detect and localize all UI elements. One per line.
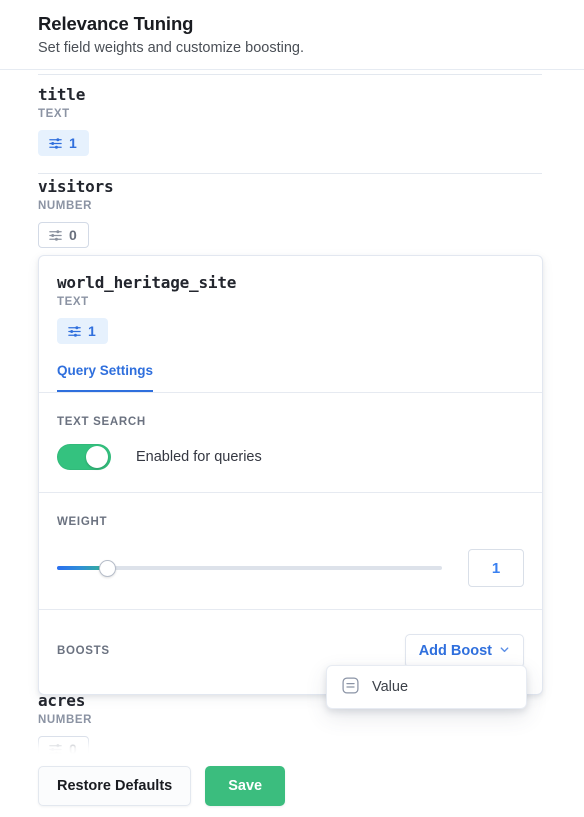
dropdown-item-label: Value	[372, 679, 408, 695]
text-search-label: TEXT SEARCH	[57, 415, 524, 430]
boosts-label: BOOSTS	[57, 644, 110, 659]
field-weight-value-title: 1	[69, 135, 77, 151]
weight-value-input[interactable]: 1	[468, 549, 524, 587]
field-row-visitors[interactable]: visitors NUMBER 0	[38, 176, 542, 266]
text-search-toggle[interactable]	[57, 444, 111, 470]
top-divider	[38, 74, 542, 75]
expanded-field-card: world_heritage_site TEXT 1 Query Setting…	[38, 255, 543, 695]
chevron-down-icon	[499, 643, 510, 659]
card-weight-value: 1	[88, 323, 96, 339]
add-boost-label: Add Boost	[419, 643, 492, 659]
restore-defaults-button[interactable]: Restore Defaults	[38, 766, 191, 806]
relevance-tuning-page: Relevance Tuning Set field weights and c…	[0, 0, 584, 817]
field-type-title: TEXT	[38, 106, 542, 122]
tab-query-settings[interactable]: Query Settings	[57, 362, 153, 392]
footer-actions: Restore Defaults Save	[0, 754, 584, 817]
card-weight-badge[interactable]: 1	[57, 318, 108, 344]
sliders-icon	[67, 324, 82, 339]
field-name-title: title	[38, 84, 542, 105]
field-weight-badge-title[interactable]: 1	[38, 130, 89, 156]
weight-section: WEIGHT 1	[39, 493, 542, 609]
field-type-visitors: NUMBER	[38, 198, 542, 214]
sliders-icon	[48, 136, 63, 151]
add-boost-dropdown: Value	[326, 665, 527, 709]
page-subtitle: Set field weights and customize boosting…	[38, 37, 584, 59]
page-title: Relevance Tuning	[38, 12, 584, 36]
card-header: world_heritage_site TEXT 1	[39, 256, 542, 344]
dropdown-item-value[interactable]: Value	[327, 672, 526, 702]
weight-slider[interactable]	[57, 557, 442, 579]
weight-label: WEIGHT	[57, 515, 524, 530]
toggle-knob	[86, 446, 108, 468]
save-button[interactable]: Save	[205, 766, 285, 806]
text-search-toggle-text: Enabled for queries	[136, 449, 262, 465]
card-field-name: world_heritage_site	[57, 272, 542, 293]
field-name-visitors: visitors	[38, 176, 542, 197]
field-type-acres: NUMBER	[38, 712, 542, 728]
page-header: Relevance Tuning Set field weights and c…	[0, 0, 584, 70]
text-search-toggle-row: Enabled for queries	[57, 444, 524, 470]
slider-thumb[interactable]	[99, 560, 116, 577]
value-equals-icon	[341, 676, 360, 699]
text-search-section: TEXT SEARCH Enabled for queries	[39, 393, 542, 492]
field-row-title[interactable]: title TEXT 1	[38, 84, 542, 174]
add-boost-button[interactable]: Add Boost	[405, 634, 524, 668]
fields-scroll-area[interactable]: title TEXT 1 visitors NUMBER	[0, 70, 584, 817]
footer-fade	[0, 734, 584, 754]
field-weight-value-visitors: 0	[69, 227, 77, 243]
card-field-type: TEXT	[57, 294, 542, 310]
sliders-icon	[48, 228, 63, 243]
field-weight-badge-visitors[interactable]: 0	[38, 222, 89, 248]
weight-slider-row: 1	[57, 549, 524, 587]
card-tabs: Query Settings	[39, 362, 542, 392]
